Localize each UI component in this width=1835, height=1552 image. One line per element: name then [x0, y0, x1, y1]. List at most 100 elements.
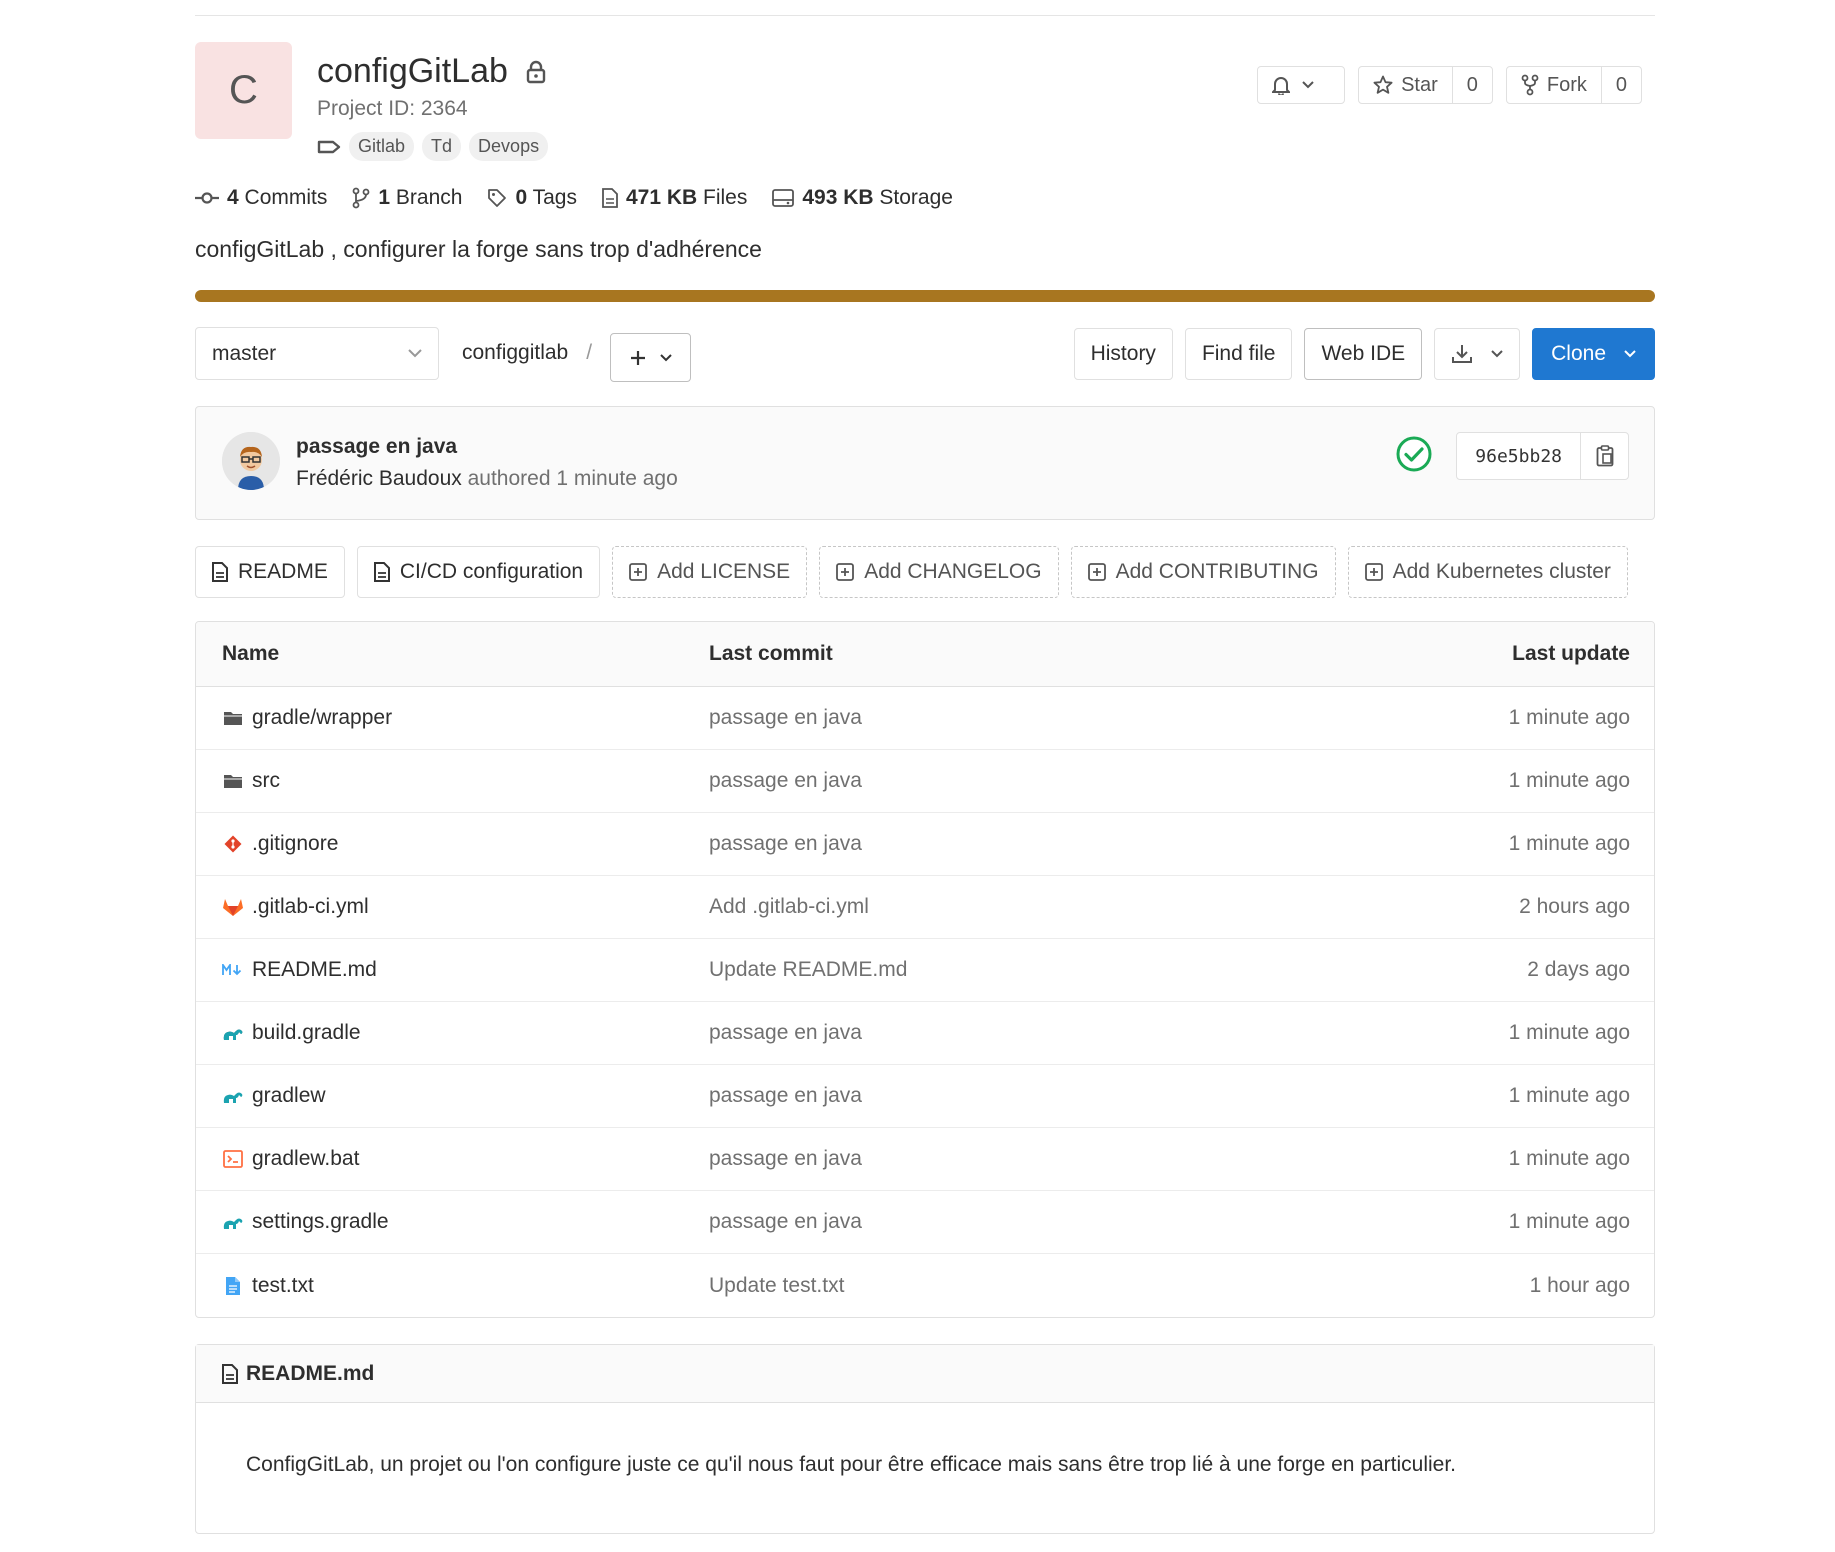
find-file-button[interactable]: Find file: [1184, 328, 1293, 380]
file-name[interactable]: gradlew: [252, 1084, 326, 1108]
last-commit-panel: passage en java Frédéric Baudoux authore…: [195, 406, 1655, 520]
tags-stat[interactable]: 0 Tags: [487, 186, 577, 210]
web-ide-button[interactable]: Web IDE: [1304, 328, 1423, 380]
plus-square-icon: [629, 563, 648, 581]
project-name: configGitLab: [317, 52, 508, 90]
file-last-commit[interactable]: passage en java: [709, 832, 862, 856]
file-last-commit[interactable]: passage en java: [709, 1147, 862, 1171]
table-row[interactable]: build.gradle passage en java 1 minute ag…: [196, 1002, 1654, 1065]
storage-stat[interactable]: 493 KB Storage: [772, 186, 953, 210]
file-name[interactable]: gradle/wrapper: [252, 706, 392, 730]
commit-title[interactable]: passage en java: [296, 435, 457, 459]
readme-content: ConfigGitLab, un projet ou l'on configur…: [246, 1453, 1457, 1476]
file-name[interactable]: src: [252, 769, 280, 793]
chevron-down-icon: [1624, 350, 1636, 358]
readme-link[interactable]: README: [195, 546, 345, 598]
topic-badge[interactable]: Gitlab: [349, 132, 415, 161]
file-icon: [602, 188, 618, 208]
file-name[interactable]: build.gradle: [252, 1021, 361, 1045]
file-last-commit[interactable]: passage en java: [709, 706, 862, 730]
gitlab-icon: [222, 896, 244, 918]
commit-icon: [195, 192, 219, 204]
plus-square-icon: [1087, 563, 1106, 581]
table-row[interactable]: .gitignore passage en java 1 minute ago: [196, 813, 1654, 876]
add-contributing-link[interactable]: Add CONTRIBUTING: [1070, 546, 1336, 598]
pipeline-passed-icon[interactable]: [1395, 435, 1433, 473]
file-last-commit[interactable]: Update README.md: [709, 958, 907, 982]
file-last-commit[interactable]: passage en java: [709, 1021, 862, 1045]
file-last-commit[interactable]: passage en java: [709, 1210, 862, 1234]
file-name-cell: settings.gradle: [222, 1210, 389, 1234]
plus-square-icon: [1364, 563, 1383, 581]
file-icon: [222, 1363, 238, 1384]
file-name-cell: gradlew.bat: [222, 1147, 359, 1171]
copy-sha-button[interactable]: [1580, 433, 1628, 479]
commit-author[interactable]: Frédéric Baudoux: [296, 467, 462, 490]
branch-icon: [352, 187, 370, 209]
add-to-tree-dropdown[interactable]: [610, 333, 691, 382]
file-name[interactable]: .gitignore: [252, 832, 338, 856]
topic-badge[interactable]: Td: [422, 132, 462, 161]
table-row[interactable]: .gitlab-ci.yml Add .gitlab-ci.yml 2 hour…: [196, 876, 1654, 939]
file-last-update: 1 minute ago: [1508, 1021, 1630, 1044]
fork-button[interactable]: Fork: [1507, 67, 1601, 103]
topic-badge[interactable]: Devops: [469, 132, 549, 161]
table-row[interactable]: README.md Update README.md 2 days ago: [196, 939, 1654, 1002]
table-row[interactable]: gradlew.bat passage en java 1 minute ago: [196, 1128, 1654, 1191]
file-name[interactable]: gradlew.bat: [252, 1147, 359, 1171]
star-count[interactable]: 0: [1451, 67, 1492, 103]
file-last-commit[interactable]: passage en java: [709, 1084, 862, 1108]
fork-icon: [1521, 74, 1539, 96]
commits-stat[interactable]: 4 Commits: [195, 186, 327, 210]
add-kubernetes-cluster-link[interactable]: Add Kubernetes cluster: [1347, 546, 1628, 598]
add-license-link[interactable]: Add LICENSE: [612, 546, 808, 598]
file-last-commit[interactable]: Update test.txt: [709, 1274, 844, 1298]
fork-count[interactable]: 0: [1600, 67, 1641, 103]
add-license-label: Add LICENSE: [657, 560, 791, 583]
storage-icon: [772, 189, 795, 207]
breadcrumb-root[interactable]: configgitlab: [462, 341, 568, 365]
branch-dropdown[interactable]: master: [195, 327, 439, 380]
file-last-commit[interactable]: passage en java: [709, 769, 862, 793]
table-row[interactable]: gradle/wrapper passage en java 1 minute …: [196, 687, 1654, 750]
add-changelog-link[interactable]: Add CHANGELOG: [819, 546, 1059, 598]
gradle-icon: [222, 1211, 244, 1233]
history-button[interactable]: History: [1073, 328, 1173, 380]
tags-label: Tags: [532, 186, 577, 209]
table-row[interactable]: src passage en java 1 minute ago: [196, 750, 1654, 813]
gradle-icon: [222, 1085, 244, 1107]
cicd-configuration-link[interactable]: CI/CD configuration: [356, 546, 601, 598]
file-name[interactable]: settings.gradle: [252, 1210, 389, 1234]
file-name[interactable]: README.md: [252, 958, 377, 982]
branch-label: Branch: [395, 186, 463, 209]
commit-sha-group: 96e5bb28: [1456, 432, 1629, 480]
clone-dropdown[interactable]: Clone: [1532, 328, 1655, 380]
history-label: History: [1090, 342, 1156, 365]
file-last-commit[interactable]: Add .gitlab-ci.yml: [709, 895, 869, 919]
project-topics: Gitlab Td Devops: [317, 132, 549, 161]
branch-stat[interactable]: 1 Branch: [352, 186, 462, 210]
file-name[interactable]: .gitlab-ci.yml: [252, 895, 369, 919]
clone-label: Clone: [1551, 342, 1606, 365]
table-row[interactable]: settings.gradle passage en java 1 minute…: [196, 1191, 1654, 1254]
commit-sha[interactable]: 96e5bb28: [1457, 433, 1580, 479]
commit-time: 1 minute ago: [556, 467, 678, 490]
files-stat[interactable]: 471 KB Files: [602, 186, 747, 210]
readme-panel: README.md ConfigGitLab, un projet ou l'o…: [195, 1344, 1655, 1534]
readme-header: README.md: [196, 1345, 1654, 1403]
chevron-down-icon: [659, 353, 672, 361]
tag-outline-icon: [488, 189, 507, 207]
notification-dropdown[interactable]: [1257, 66, 1346, 104]
name-column-header: Name: [222, 642, 280, 665]
readme-title[interactable]: README.md: [246, 1362, 374, 1386]
table-row[interactable]: gradlew passage en java 1 minute ago: [196, 1065, 1654, 1128]
fork-label: Fork: [1546, 73, 1587, 96]
star-button[interactable]: Star: [1359, 67, 1452, 103]
file-name[interactable]: test.txt: [252, 1274, 314, 1298]
file-last-update: 1 hour ago: [1529, 1273, 1630, 1297]
author-avatar[interactable]: [222, 432, 280, 490]
table-row[interactable]: test.txt Update test.txt 1 hour ago: [196, 1254, 1654, 1317]
plus-square-icon: [836, 563, 855, 581]
web-ide-label: Web IDE: [1321, 342, 1406, 365]
download-dropdown[interactable]: [1434, 328, 1521, 380]
